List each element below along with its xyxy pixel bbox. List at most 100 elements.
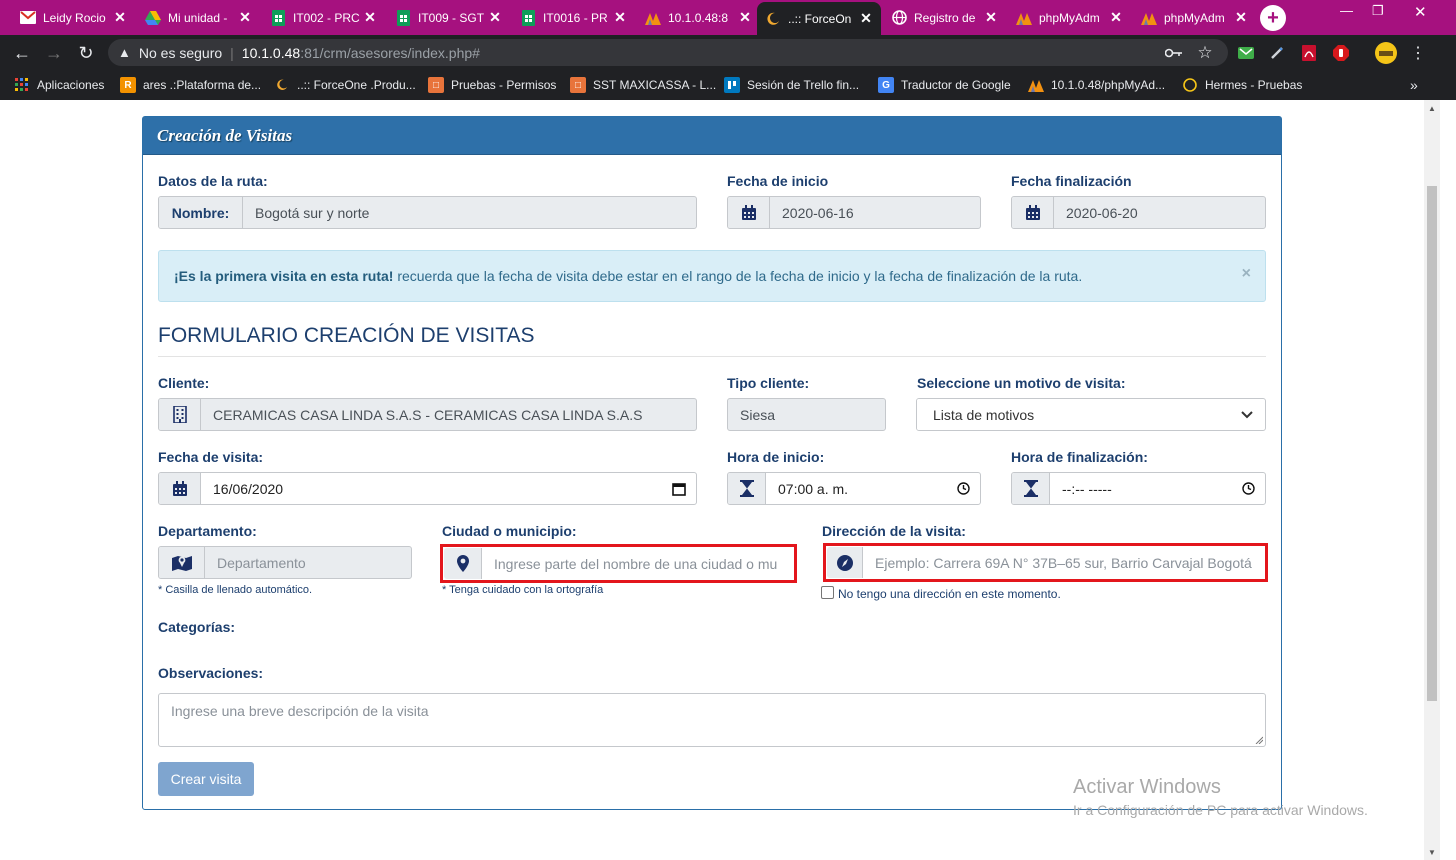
bookmark-label: 10.1.0.48/phpMyAd...: [1051, 78, 1166, 92]
gmail-icon: [20, 10, 36, 26]
tab-close-icon[interactable]: ✕: [984, 9, 998, 26]
tab-close-icon[interactable]: ✕: [1109, 9, 1123, 26]
department-field: Departamento: [158, 546, 412, 579]
client-type-field: Siesa: [727, 398, 886, 431]
tab-close-icon[interactable]: ✕: [363, 9, 377, 26]
reload-icon[interactable]: ↻: [74, 41, 98, 65]
route-name-value: Bogotá sur y norte: [255, 204, 370, 221]
date-picker-icon[interactable]: [662, 482, 696, 496]
browser-tab-registro[interactable]: Registro de ✕: [883, 4, 1006, 31]
browser-tab-sheet-it002[interactable]: IT002 - PRC ✕: [262, 4, 385, 31]
back-arrow-icon[interactable]: ←: [10, 41, 34, 65]
extension-stop-hand-icon[interactable]: [1331, 43, 1351, 63]
scrollbar-thumb[interactable]: [1427, 186, 1437, 701]
browser-tab-gmail[interactable]: Leidy Rocio ✕: [12, 4, 135, 31]
tab-title: IT009 - SGT: [418, 10, 485, 25]
tab-close-icon[interactable]: ✕: [238, 9, 252, 26]
calendar-icon: [1012, 197, 1054, 228]
extension-pencil-icon[interactable]: [1267, 43, 1287, 63]
motive-select[interactable]: Lista de motivos: [916, 398, 1266, 431]
end-date-label: Fecha finalización: [1011, 173, 1132, 189]
notes-textarea[interactable]: Ingrese una breve descripción de la visi…: [158, 693, 1266, 747]
bookmark-sst-maxicassa[interactable]: □ SST MAXICASSA - L...: [570, 76, 716, 94]
scroll-up-arrow-icon[interactable]: ▲: [1427, 104, 1437, 113]
start-time-label: Hora de inicio:: [727, 449, 825, 465]
key-icon[interactable]: [1164, 43, 1184, 63]
security-status: No es seguro: [138, 44, 223, 61]
bookmark-label: Aplicaciones: [37, 78, 105, 92]
browser-toolbar: ← → ↻ ▲ No es seguro | 10.1.0.48 :81/crm…: [0, 35, 1456, 70]
tab-title: IT0016 - PR: [543, 10, 608, 25]
bookmark-label: ares .:Plataforma de...: [143, 78, 262, 92]
bookmark-star-icon[interactable]: ☆: [1195, 43, 1215, 63]
clock-icon[interactable]: [946, 482, 980, 495]
city-input[interactable]: Ingrese parte del nombre de una ciudad o…: [444, 548, 793, 579]
start-time-value: 07:00 a. m.: [778, 480, 849, 497]
bookmark-forceone[interactable]: ..:: ForceOne .Produ...: [274, 76, 416, 94]
resize-handle-icon[interactable]: [1255, 736, 1263, 744]
bookmark-pruebas-permisos[interactable]: □ Pruebas - Permisos: [428, 76, 556, 94]
tab-close-icon[interactable]: ✕: [859, 10, 873, 27]
browser-tab-sheet-it0016[interactable]: IT0016 - PR ✕: [512, 4, 635, 31]
bookmark-ares[interactable]: R ares .:Plataforma de...: [120, 76, 261, 94]
scroll-down-arrow-icon[interactable]: ▼: [1427, 848, 1437, 857]
apps-grid-icon: [14, 77, 30, 93]
google-sheets-icon: [520, 9, 536, 26]
department-hint: * Casilla de llenado automático.: [158, 584, 313, 596]
phpmyadmin-icon: [1016, 10, 1032, 26]
end-time-label: Hora de finalización:: [1011, 449, 1148, 465]
calendar-icon: [159, 473, 201, 504]
tab-title: ..:: ForceOn: [788, 11, 852, 26]
address-path: :81/crm/asesores/index.php#: [300, 44, 480, 61]
end-time-field[interactable]: --:-- -----: [1011, 472, 1266, 505]
browser-tab-sheet-it009[interactable]: IT009 - SGT ✕: [387, 4, 510, 31]
address-divider: |: [230, 44, 234, 61]
visit-date-field[interactable]: 16/06/2020: [158, 472, 697, 505]
route-start-date-value: 2020-06-16: [782, 204, 854, 221]
forward-arrow-icon[interactable]: →: [42, 41, 66, 65]
bookmark-trello[interactable]: Sesión de Trello fin...: [724, 76, 859, 94]
client-field: CERAMICAS CASA LINDA S.A.S - CERAMICAS C…: [158, 398, 697, 431]
tab-close-icon[interactable]: ✕: [488, 9, 502, 26]
bookmarks-bar: Aplicaciones R ares .:Plataforma de... .…: [0, 70, 1456, 100]
browser-tab-phpmyadmin-2[interactable]: phpMyAdm ✕: [1008, 4, 1131, 31]
start-time-field[interactable]: 07:00 a. m.: [727, 472, 981, 505]
department-label: Departamento:: [158, 523, 257, 539]
alert-close-icon[interactable]: ×: [1242, 265, 1251, 283]
create-visit-button[interactable]: Crear visita: [158, 762, 254, 796]
bookmark-google-translate[interactable]: G Traductor de Google: [878, 76, 1011, 94]
visit-creation-panel: Creación de Visitas Datos de la ruta: No…: [142, 116, 1282, 810]
restore-icon[interactable]: ❐: [1372, 3, 1384, 19]
tab-close-icon[interactable]: ✕: [613, 9, 627, 26]
browser-tab-phpmyadmin-1[interactable]: 10.1.0.48:8 ✕: [637, 4, 760, 31]
browser-tab-strip: Leidy Rocio ✕ Mi unidad - ✕ IT002 - PRC …: [0, 0, 1456, 35]
window-close-icon[interactable]: ✕: [1414, 3, 1427, 21]
vertical-scrollbar[interactable]: ▲ ▼: [1424, 100, 1440, 860]
hourglass-icon: [1012, 473, 1050, 504]
tab-close-icon[interactable]: ✕: [113, 9, 127, 26]
address-bar[interactable]: ▲ No es seguro | 10.1.0.48 :81/crm/aseso…: [108, 39, 1228, 66]
forceone-icon: [274, 77, 290, 93]
browser-tab-phpmyadmin-3[interactable]: phpMyAdm ✕: [1133, 4, 1256, 31]
no-address-checkbox[interactable]: [821, 586, 834, 599]
address-input[interactable]: Ejemplo: Carrera 69A N° 37B–65 sur, Barr…: [827, 547, 1264, 578]
extension-pdf-icon[interactable]: [1299, 43, 1319, 63]
browser-tab-forceone[interactable]: ..:: ForceOn ✕: [757, 2, 881, 35]
extension-mail-icon[interactable]: [1236, 43, 1256, 63]
route-data-label: Datos de la ruta:: [158, 173, 268, 189]
browser-tab-drive[interactable]: Mi unidad - ✕: [137, 4, 260, 31]
bookmark-hermes[interactable]: Hermes - Pruebas: [1182, 76, 1302, 94]
tab-close-icon[interactable]: ✕: [1234, 9, 1248, 26]
clock-icon[interactable]: [1231, 482, 1265, 495]
bookmarks-overflow-icon[interactable]: »: [1410, 76, 1418, 94]
bookmark-apps[interactable]: Aplicaciones: [14, 76, 104, 94]
phpmyadmin-icon: [1141, 10, 1157, 26]
google-sheets-icon: [395, 9, 411, 26]
window-edge: [1440, 100, 1456, 860]
menu-kebab-icon[interactable]: ⋮: [1408, 43, 1428, 63]
profile-avatar-icon[interactable]: [1374, 41, 1398, 65]
minimize-icon[interactable]: —: [1340, 3, 1353, 18]
new-tab-button[interactable]: +: [1260, 5, 1286, 31]
bookmark-phpmyadmin[interactable]: 10.1.0.48/phpMyAd...: [1028, 76, 1165, 94]
tab-close-icon[interactable]: ✕: [738, 9, 752, 26]
